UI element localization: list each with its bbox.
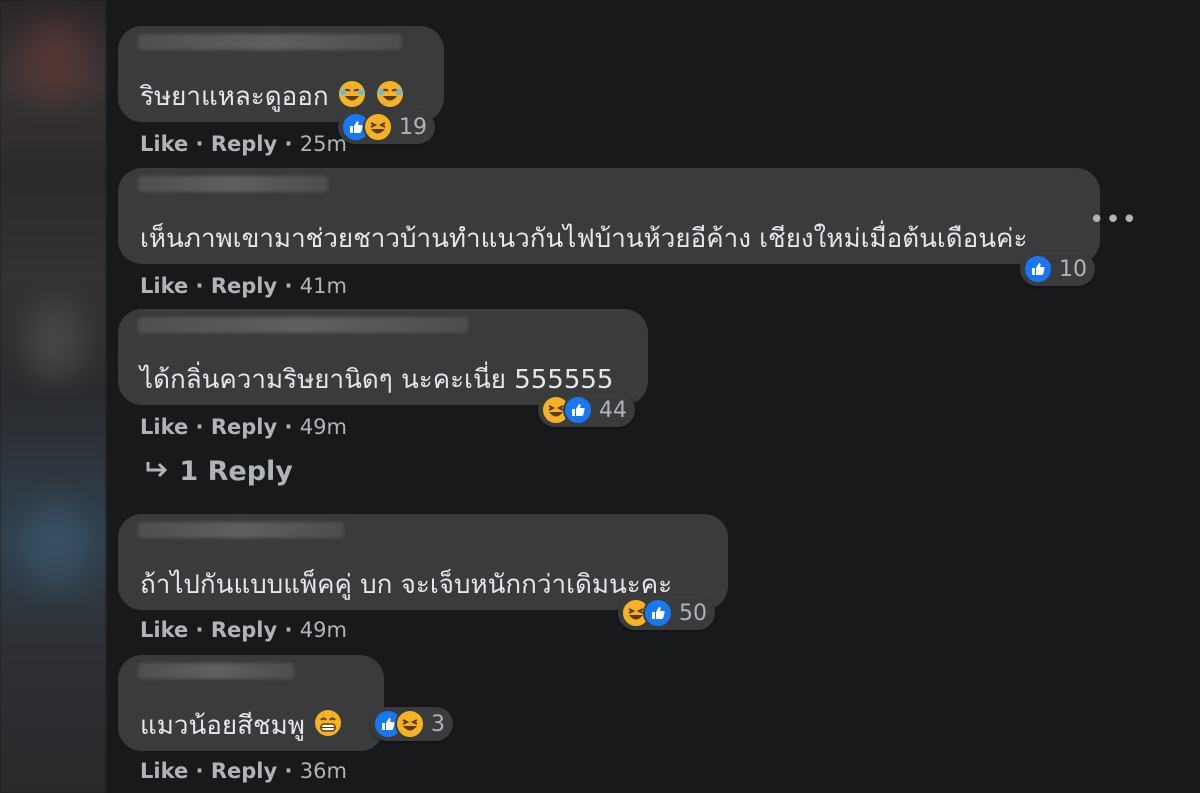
reaction-count: 19 — [399, 114, 427, 140]
blurred-left-panel — [0, 0, 106, 793]
reaction-summary[interactable]: 3 — [370, 707, 453, 741]
haha-icon — [363, 112, 393, 142]
like-icon — [563, 395, 593, 425]
comment-bubble[interactable]: ถ้าไปกันแบบแพ็คคู่ บก จะเจ็บหนักกว่าเดิม… — [118, 514, 728, 630]
timestamp[interactable]: 49m — [300, 415, 347, 439]
separator: · — [195, 274, 204, 298]
blurred-avatar — [20, 20, 90, 100]
reply-link[interactable]: Reply — [211, 415, 277, 439]
like-link[interactable]: Like — [140, 415, 188, 439]
separator: · — [195, 759, 204, 783]
reply-link[interactable]: Reply — [211, 618, 277, 642]
timestamp[interactable]: 36m — [300, 759, 347, 783]
separator: · — [284, 415, 293, 439]
reaction-count: 10 — [1059, 256, 1087, 282]
comment-actions: Like · Reply · 25m — [140, 132, 347, 156]
reply-link[interactable]: Reply — [211, 274, 277, 298]
reaction-summary[interactable]: 10 — [1020, 252, 1095, 286]
like-icon — [1023, 254, 1053, 284]
grin-icon — [313, 708, 343, 745]
reaction-count: 44 — [599, 397, 627, 423]
blurred-avatar — [25, 300, 85, 380]
reply-arrow-icon — [144, 456, 179, 487]
comment-actions: Like · Reply · 36m — [140, 759, 347, 783]
comment-item: เห็นภาพเขามาช่วยชาวบ้านทำแนวกันไฟบ้านห้ว… — [118, 168, 1100, 298]
comment-text: เห็นภาพเขามาช่วยชาวบ้านทำแนวกันไฟบ้านห้ว… — [140, 224, 1028, 254]
reaction-summary[interactable]: 19 — [338, 110, 435, 144]
author-name-blurred[interactable] — [138, 522, 344, 538]
comment-actions: Like · Reply · 49m — [140, 415, 347, 439]
like-icon — [643, 598, 673, 628]
reaction-summary[interactable]: 50 — [618, 596, 715, 630]
comment-bubble[interactable]: ริษยาแหละดูออก 19 — [118, 26, 444, 144]
author-name-blurred[interactable] — [138, 176, 328, 192]
author-name-blurred[interactable] — [138, 317, 468, 333]
reaction-count: 3 — [431, 711, 445, 737]
comment-item: ได้กลิ่นความริษยานิดๆ นะคะเนี่ย 555555 4… — [118, 309, 648, 439]
separator: · — [284, 618, 293, 642]
separator: · — [195, 415, 204, 439]
separator: · — [284, 274, 293, 298]
comment-item: ถ้าไปกันแบบแพ็คคู่ บก จะเจ็บหนักกว่าเดิม… — [118, 514, 728, 642]
reaction-count: 50 — [679, 600, 707, 626]
comment-bubble[interactable]: แมวน้อยสีชมพู 3 — [118, 655, 453, 751]
view-replies-link[interactable]: 1 Reply — [144, 456, 293, 487]
reply-link[interactable]: Reply — [211, 759, 277, 783]
timestamp[interactable]: 25m — [300, 132, 347, 156]
separator: · — [195, 132, 204, 156]
comment-actions: Like · Reply · 49m — [140, 618, 347, 642]
like-link[interactable]: Like — [140, 274, 188, 298]
comment-item: ริษยาแหละดูออก 19 Like · Reply · 25m — [118, 26, 444, 156]
blurred-avatar — [20, 500, 90, 590]
more-options-icon[interactable]: ••• — [1089, 205, 1138, 235]
comment-text: แมวน้อยสีชมพู — [140, 705, 343, 746]
comment-actions: Like · Reply · 41m — [140, 274, 347, 298]
comment-text: ได้กลิ่นความริษยานิดๆ นะคะเนี่ย 555555 — [140, 365, 614, 395]
timestamp[interactable]: 49m — [300, 618, 347, 642]
comment-bubble[interactable]: ได้กลิ่นความริษยานิดๆ นะคะเนี่ย 555555 4… — [118, 309, 648, 427]
reply-link[interactable]: Reply — [211, 132, 277, 156]
author-name-blurred[interactable] — [138, 34, 402, 50]
haha-icon — [395, 709, 425, 739]
like-link[interactable]: Like — [140, 618, 188, 642]
comment-bubble[interactable]: เห็นภาพเขามาช่วยชาวบ้านทำแนวกันไฟบ้านห้ว… — [118, 168, 1100, 286]
like-link[interactable]: Like — [140, 132, 188, 156]
like-link[interactable]: Like — [140, 759, 188, 783]
comment-item: แมวน้อยสีชมพู 3 Like · Reply · 36m — [118, 655, 453, 783]
separator: · — [284, 132, 293, 156]
reaction-summary[interactable]: 44 — [538, 393, 635, 427]
separator: · — [195, 618, 204, 642]
separator: · — [284, 759, 293, 783]
timestamp[interactable]: 41m — [300, 274, 347, 298]
author-name-blurred[interactable] — [138, 663, 294, 679]
comment-text: ถ้าไปกันแบบแพ็คคู่ บก จะเจ็บหนักกว่าเดิม… — [140, 570, 673, 600]
view-replies-label[interactable]: 1 Reply — [179, 456, 292, 487]
